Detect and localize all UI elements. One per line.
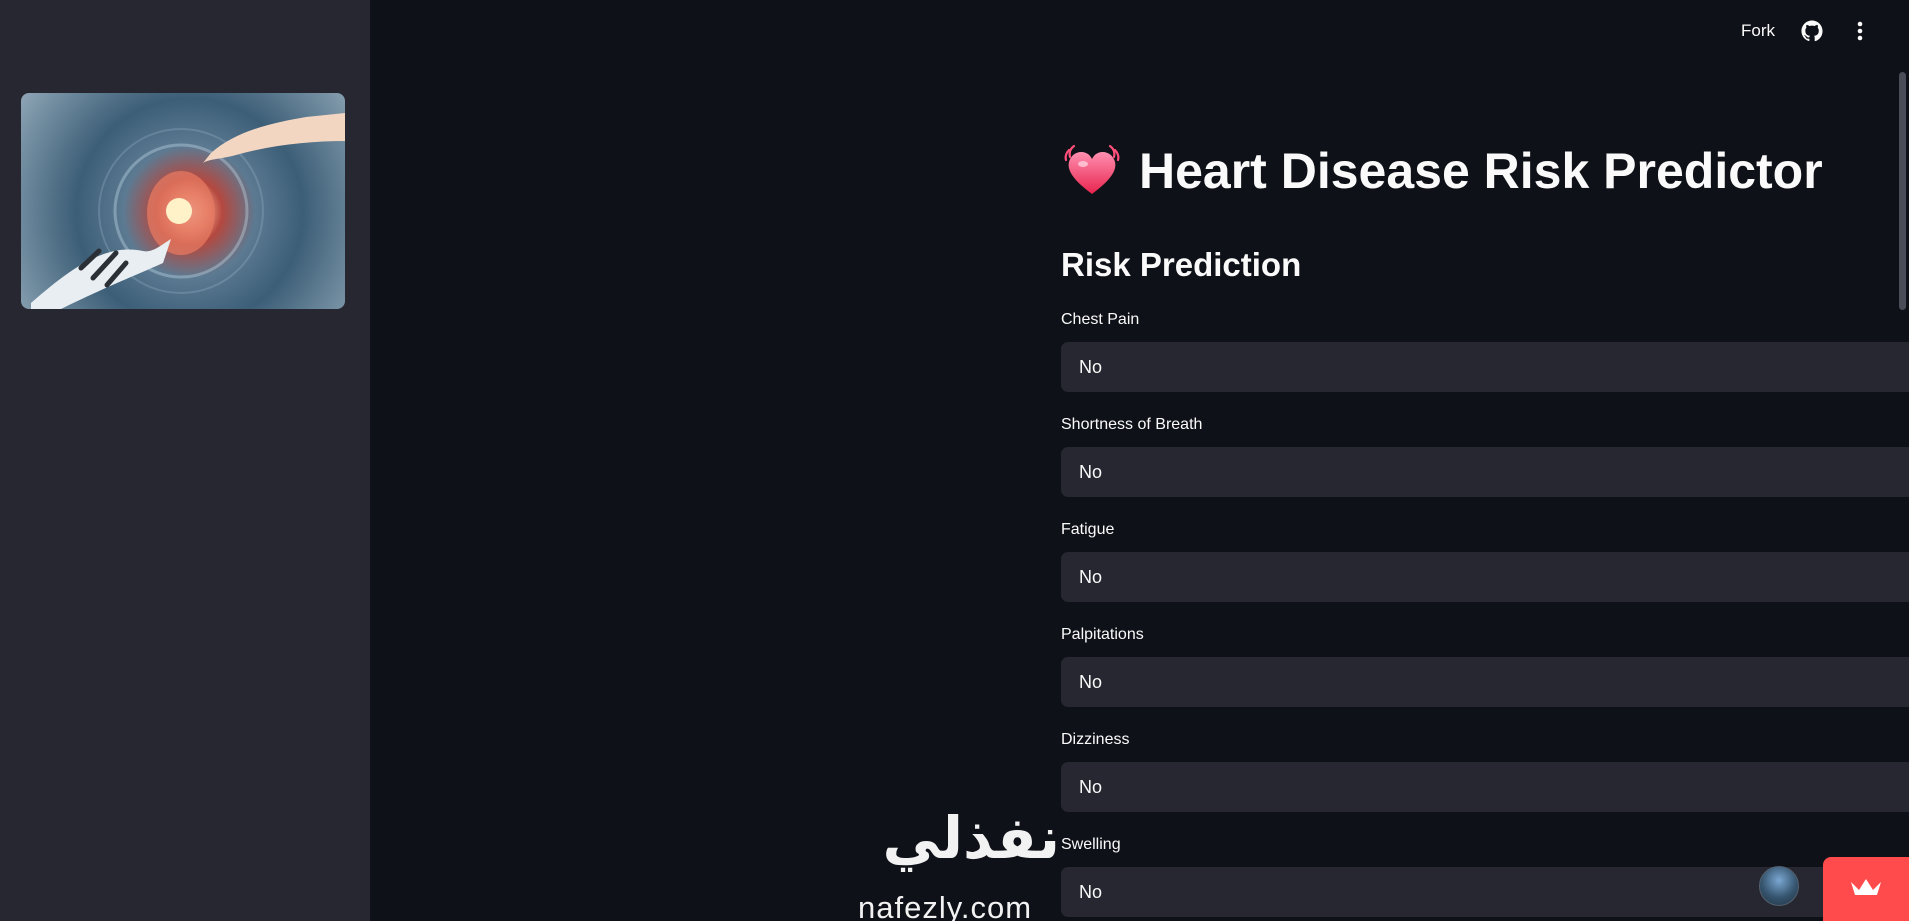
sidebar-image bbox=[21, 93, 345, 309]
field-fatigue: Fatigue No bbox=[1061, 521, 1909, 602]
avatar[interactable] bbox=[1759, 866, 1799, 906]
field-palpitations: Palpitations No bbox=[1061, 626, 1909, 707]
select-value: No bbox=[1079, 881, 1103, 902]
select-value: No bbox=[1079, 776, 1103, 797]
beating-heart-icon bbox=[1061, 140, 1123, 202]
field-label: Swelling bbox=[1061, 836, 1121, 853]
streamlit-badge[interactable] bbox=[1823, 857, 1909, 921]
select-value: No bbox=[1079, 461, 1103, 482]
crown-icon bbox=[1849, 876, 1883, 903]
scrollbar[interactable] bbox=[1897, 0, 1909, 921]
sidebar bbox=[0, 0, 370, 921]
select-value: No bbox=[1079, 671, 1103, 692]
palpitations-select[interactable]: No bbox=[1061, 657, 1909, 707]
shortness-of-breath-select[interactable]: No bbox=[1061, 447, 1909, 497]
field-chest-pain: Chest Pain No bbox=[1061, 311, 1909, 392]
app: Fork Heart Disease Risk Predictor Risk P… bbox=[0, 0, 1909, 921]
select-value: No bbox=[1079, 566, 1103, 587]
field-dizziness: Dizziness No bbox=[1061, 731, 1909, 812]
dizziness-select[interactable]: No bbox=[1061, 762, 1909, 812]
field-label: Fatigue bbox=[1061, 521, 1115, 538]
select-value: No bbox=[1079, 356, 1103, 377]
main-area: Fork Heart Disease Risk Predictor Risk P… bbox=[370, 0, 1909, 921]
github-icon[interactable] bbox=[1801, 20, 1823, 42]
field-label: Shortness of Breath bbox=[1061, 416, 1203, 433]
chest-pain-select[interactable]: No bbox=[1061, 342, 1909, 392]
more-vertical-icon[interactable] bbox=[1849, 20, 1871, 42]
fatigue-select[interactable]: No bbox=[1061, 552, 1909, 602]
header-toolbar: Fork bbox=[1741, 20, 1871, 42]
sidebar-illustration bbox=[31, 113, 345, 309]
page-title-text: Heart Disease Risk Predictor bbox=[1139, 143, 1823, 199]
fork-button[interactable]: Fork bbox=[1741, 21, 1775, 41]
scrollbar-thumb[interactable] bbox=[1899, 72, 1906, 310]
field-label: Palpitations bbox=[1061, 626, 1144, 643]
section-title: Risk Prediction bbox=[1061, 246, 1302, 283]
field-shortness-of-breath: Shortness of Breath No bbox=[1061, 416, 1909, 497]
field-label: Chest Pain bbox=[1061, 311, 1140, 328]
field-label: Dizziness bbox=[1061, 731, 1130, 748]
page-title: Heart Disease Risk Predictor bbox=[1061, 140, 1823, 202]
